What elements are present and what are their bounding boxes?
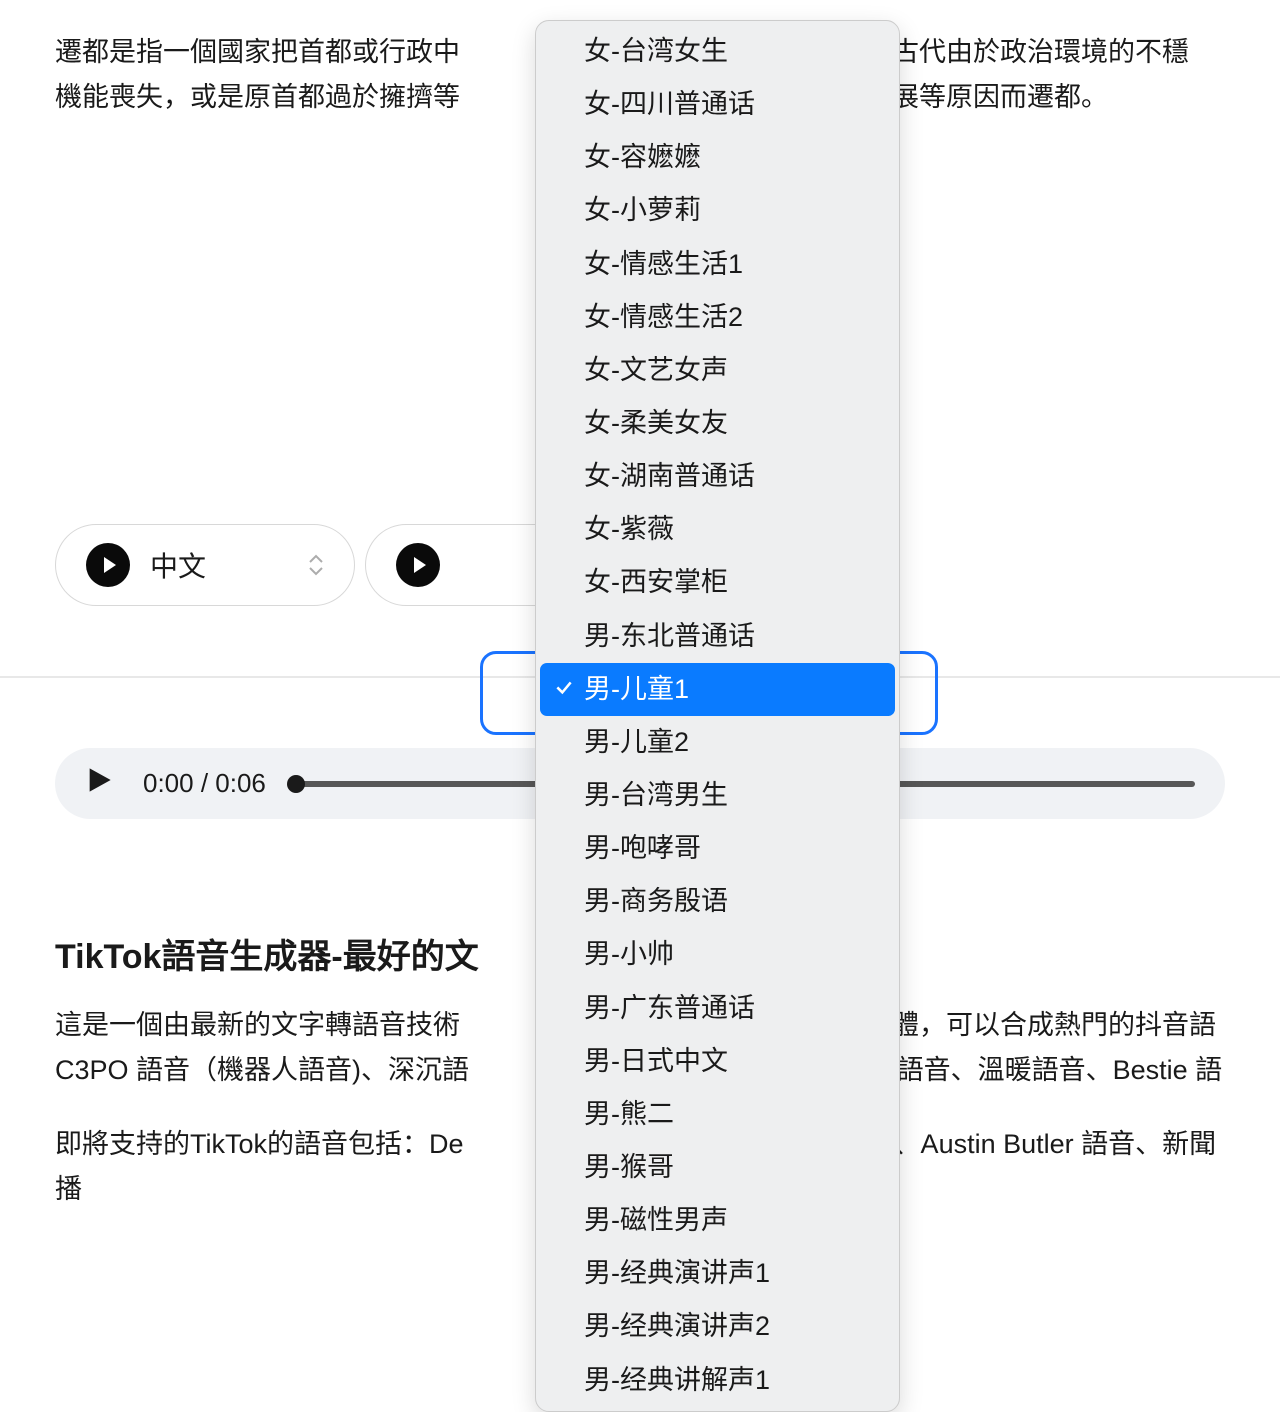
intro-line1-left: 遷都是指一個國家把首都或行政中 bbox=[55, 37, 460, 67]
voice-option-label: 女-紫薇 bbox=[584, 514, 674, 544]
voice-option-label: 男-猴哥 bbox=[584, 1152, 674, 1182]
voice-option-label: 男-东北普通话 bbox=[584, 621, 755, 651]
voice-option-label: 男-咆哮哥 bbox=[584, 833, 701, 863]
voice-option-label: 男-小帅 bbox=[584, 939, 674, 969]
play-icon[interactable] bbox=[396, 543, 440, 587]
voice-option[interactable]: 女-情感生活1 bbox=[540, 238, 895, 291]
voice-option-label: 男-商务殷语 bbox=[584, 886, 728, 916]
voice-option[interactable]: 男-猴哥 bbox=[540, 1141, 895, 1194]
voice-option[interactable]: 男-儿童2 bbox=[540, 716, 895, 769]
voice-dropdown-list[interactable]: 女-台湾女生女-四川普通话女-容嬷嬷女-小萝莉女-情感生活1 女-情感生活2 女-文… bbox=[535, 20, 900, 1412]
voice-option[interactable]: 男-熊二 bbox=[540, 1088, 895, 1141]
voice-option-label: 女-情感生活1 bbox=[584, 249, 743, 279]
voice-option[interactable]: 男-经典讲解声1 bbox=[540, 1354, 895, 1407]
audio-time-display: 0:00 / 0:06 bbox=[143, 768, 266, 799]
voice-option[interactable]: 男-经典演讲声2 bbox=[540, 1300, 895, 1353]
intro-line2-right: 發展等原因而遷都。 bbox=[865, 82, 1108, 112]
voice-option[interactable]: 女-湖南普通话 bbox=[540, 450, 895, 503]
voice-option-label: 男-台湾男生 bbox=[584, 780, 728, 810]
voice-option-label: 女-小萝莉 bbox=[584, 195, 701, 225]
voice-option-label: 男-经典讲解声1 bbox=[584, 1365, 770, 1395]
voice-option[interactable]: 男-磁性男声 bbox=[540, 1194, 895, 1247]
voice-option[interactable]: 男-商务殷语 bbox=[540, 875, 895, 928]
voice-option[interactable]: 女-西安掌柜 bbox=[540, 556, 895, 609]
voice-option[interactable]: 女-柔美女友 bbox=[540, 397, 895, 450]
voice-option[interactable]: 男-经典演讲声1 bbox=[540, 1247, 895, 1300]
voice-option[interactable]: 男-广东普通话 bbox=[540, 982, 895, 1035]
voice-option[interactable]: 女-四川普通话 bbox=[540, 78, 895, 131]
play-icon[interactable] bbox=[86, 543, 130, 587]
audio-play-button[interactable] bbox=[85, 766, 113, 801]
voice-option-label: 男-儿童2 bbox=[584, 727, 689, 757]
voice-option-label: 男-磁性男声 bbox=[584, 1205, 728, 1235]
voice-option-label: 男-经典演讲声1 bbox=[584, 1258, 770, 1288]
voice-option[interactable]: 男-东北普通话 bbox=[540, 610, 895, 663]
voice-option[interactable]: 男-咆哮哥 bbox=[540, 822, 895, 875]
voice-option-label: 女-湖南普通话 bbox=[584, 461, 755, 491]
voice-option-label: 男-熊二 bbox=[584, 1099, 674, 1129]
voice-option-label: 男-广东普通话 bbox=[584, 993, 755, 1023]
check-icon bbox=[554, 670, 574, 709]
chevron-updown-icon bbox=[308, 554, 324, 576]
voice-option-label: 男-日式中文 bbox=[584, 1046, 728, 1076]
voice-option-label: 男-经典演讲声2 bbox=[584, 1311, 770, 1341]
intro-line2-left: 機能喪失，或是原首都過於擁擠等 bbox=[55, 82, 460, 112]
voice-option-label: 女-四川普通话 bbox=[584, 89, 755, 119]
voice-option[interactable]: 女-情感生活2 bbox=[540, 291, 895, 344]
voice-option[interactable]: 女-文艺女声 bbox=[540, 344, 895, 397]
voice-option-label: 女-文艺女声 bbox=[584, 355, 728, 385]
voice-option[interactable]: 男-台湾男生 bbox=[540, 769, 895, 822]
voice-option-label: 女-容嬷嬷 bbox=[584, 142, 701, 172]
voice-option[interactable]: 男-儿童1 bbox=[540, 663, 895, 716]
voice-option-label: 女-情感生活2 bbox=[584, 302, 743, 332]
voice-option[interactable]: 女-容嬷嬷 bbox=[540, 131, 895, 184]
voice-option[interactable]: 女-台湾女生 bbox=[540, 25, 895, 78]
voice-option-label: 女-台湾女生 bbox=[584, 36, 728, 66]
voice-option[interactable]: 女-小萝莉 bbox=[540, 184, 895, 237]
language-select-label: 中文 bbox=[150, 545, 288, 585]
language-select[interactable]: 中文 bbox=[55, 524, 355, 606]
voice-option-label: 女-柔美女友 bbox=[584, 408, 728, 438]
voice-option[interactable]: 女-紫薇 bbox=[540, 503, 895, 556]
voice-option-label: 女-西安掌柜 bbox=[584, 567, 728, 597]
voice-option[interactable]: 男-小帅 bbox=[540, 928, 895, 981]
voice-option-label: 男-儿童1 bbox=[584, 674, 689, 704]
voice-option[interactable]: 男-日式中文 bbox=[540, 1035, 895, 1088]
intro-line1-right: 。古代由於政治環境的不穩 bbox=[865, 37, 1189, 67]
